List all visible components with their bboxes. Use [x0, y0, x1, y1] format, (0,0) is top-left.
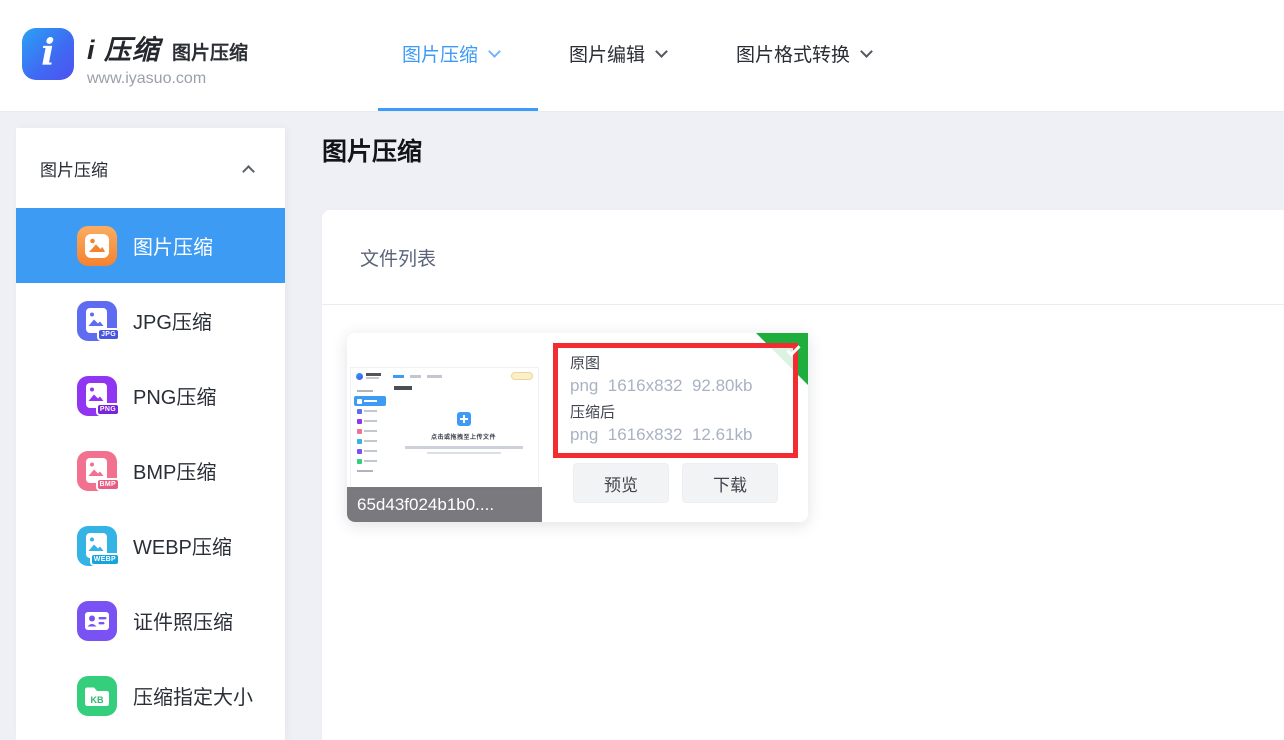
thumbnail-mini-button [511, 372, 533, 380]
chevron-down-icon [488, 45, 501, 58]
chevron-down-icon [655, 45, 668, 58]
compressed-label: 压缩后 [570, 402, 793, 423]
format-badge: BMP [96, 478, 120, 491]
nav-tab-image-compress[interactable]: 图片压缩 [402, 40, 499, 67]
sidebar-item-label: 图片压缩 [133, 231, 213, 260]
nav-tab-label: 图片压缩 [402, 40, 478, 67]
brand[interactable]: i i 压缩 图片压缩 www.iyasuo.com [22, 28, 248, 88]
thumbnail-mini-ui: 点击或拖拽至上传文件 [350, 367, 539, 489]
brand-name: i 压缩 [87, 28, 160, 67]
jpg-compress-icon: JPG [77, 301, 117, 341]
format-badge: WEBP [90, 553, 120, 566]
sidebar-item-bmp-compress[interactable]: BMP BMP压缩 [16, 433, 285, 508]
file-list-panel: 文件列表 [322, 210, 1284, 740]
preview-button[interactable]: 预览 [573, 463, 669, 503]
sidebar-group-header[interactable]: 图片压缩 [16, 128, 285, 178]
panel-title: 文件列表 [322, 210, 1284, 271]
download-button[interactable]: 下载 [682, 463, 778, 503]
compressed-info: png 1616x832 12.61kb [570, 423, 793, 447]
nav-tab-label: 图片编辑 [569, 40, 645, 67]
thumbnail-mini-logo [356, 373, 363, 380]
sidebar-item-label: JPG压缩 [133, 306, 212, 335]
logo-letter: i [41, 35, 55, 71]
thumbnail-mini-content: 点击或拖拽至上传文件 [389, 384, 538, 489]
bmp-compress-icon: BMP [77, 451, 117, 491]
nav-tab-label: 图片格式转换 [736, 40, 850, 67]
thumbnail-mini-sidebar [351, 384, 389, 489]
webp-compress-icon: WEBP [77, 526, 117, 566]
file-info-highlight-box: 原图 png 1616x832 92.80kb 压缩后 png 1616x832… [553, 343, 798, 458]
panel-divider [322, 304, 1284, 305]
file-card: 点击或拖拽至上传文件 65d43f024b1b0.... 原图 png 1616… [347, 333, 808, 522]
chevron-down-icon [860, 45, 873, 58]
upload-plus-icon [457, 412, 471, 426]
kb-folder-icon: KB [77, 676, 117, 716]
sidebar-group-title: 图片压缩 [40, 156, 108, 181]
sidebar: 图片压缩 图片压缩 [16, 128, 285, 740]
file-name-label: 65d43f024b1b0.... [347, 487, 542, 522]
sidebar-item-label: 压缩指定大小 [133, 681, 253, 710]
id-photo-icon [77, 601, 117, 641]
file-thumbnail[interactable]: 点击或拖拽至上传文件 65d43f024b1b0.... [347, 333, 542, 522]
thumbnail-mini-header [351, 368, 538, 384]
image-compress-icon [77, 226, 117, 266]
sidebar-item-jpg-compress[interactable]: JPG JPG压缩 [16, 283, 285, 358]
page-title: 图片压缩 [322, 132, 422, 168]
brand-text: i 压缩 图片压缩 www.iyasuo.com [87, 28, 248, 88]
sidebar-item-label: WEBP压缩 [133, 531, 232, 560]
png-compress-icon: PNG [77, 376, 117, 416]
main-nav: 图片压缩 图片编辑 图片格式转换 [402, 40, 871, 67]
sidebar-item-webp-compress[interactable]: WEBP WEBP压缩 [16, 508, 285, 583]
kb-badge-text: KB [91, 695, 104, 705]
format-badge: JPG [97, 328, 120, 341]
sidebar-item-id-photo-compress[interactable]: 证件照压缩 [16, 583, 285, 658]
original-label: 原图 [570, 353, 793, 374]
header: i i 压缩 图片压缩 www.iyasuo.com 图片压缩 图片编辑 图片格… [0, 0, 1284, 112]
brand-url: www.iyasuo.com [87, 70, 248, 88]
logo-icon: i [22, 28, 74, 80]
nav-tab-image-edit[interactable]: 图片编辑 [569, 40, 666, 67]
sidebar-item-label: PNG压缩 [133, 381, 216, 410]
file-actions: 预览 下载 [573, 463, 778, 503]
brand-suffix: 图片压缩 [172, 38, 248, 65]
sidebar-items: 图片压缩 JPG JPG压缩 [16, 208, 285, 733]
sidebar-item-image-compress[interactable]: 图片压缩 [16, 208, 285, 283]
sidebar-item-png-compress[interactable]: PNG PNG压缩 [16, 358, 285, 433]
sidebar-item-label: 证件照压缩 [133, 606, 233, 635]
format-badge: PNG [96, 403, 120, 416]
original-info: png 1616x832 92.80kb [570, 374, 793, 398]
nav-tab-format-convert[interactable]: 图片格式转换 [736, 40, 871, 67]
app: i i 压缩 图片压缩 www.iyasuo.com 图片压缩 图片编辑 图片格… [0, 0, 1284, 740]
sidebar-item-target-size-compress[interactable]: KB 压缩指定大小 [16, 658, 285, 733]
chevron-up-icon [242, 165, 255, 178]
sidebar-item-label: BMP压缩 [133, 456, 216, 485]
upload-hint-text: 点击或拖拽至上传文件 [389, 432, 538, 441]
